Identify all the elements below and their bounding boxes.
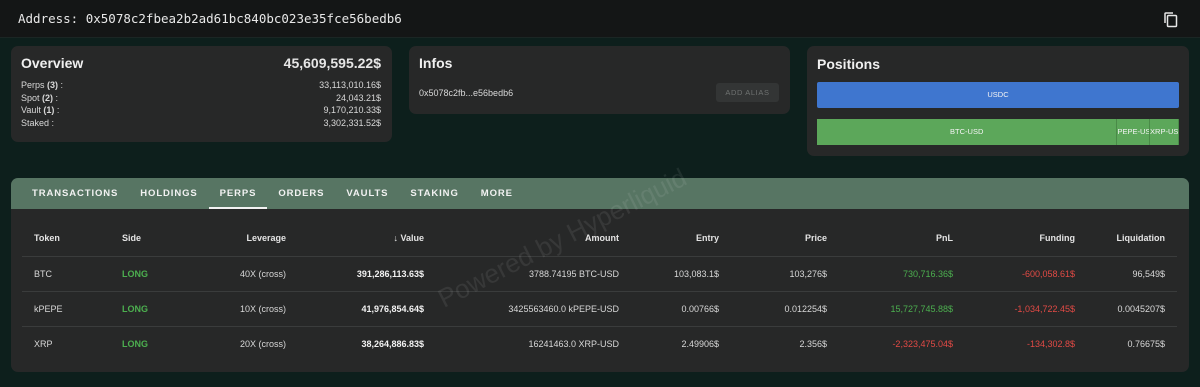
cell-side: LONG	[110, 255, 202, 291]
overview-colon: :	[60, 80, 64, 90]
table-row[interactable]: XRP LONG 20X (cross) 38,264,886.83$ 16241463…	[22, 325, 1177, 361]
tab-vaults[interactable]: VAULTS	[335, 178, 399, 209]
add-alias-button[interactable]: ADD ALIAS	[716, 83, 779, 102]
overview-title: Overview	[21, 55, 84, 71]
overview-row-value: 3,302,331.52$	[323, 117, 381, 128]
overview-label-text: Vault	[21, 105, 41, 115]
col-amount[interactable]: Amount	[436, 221, 631, 256]
overview-colon: :	[55, 92, 59, 103]
cell-leverage: 10X (cross)	[202, 290, 298, 326]
cell-value: 41,976,854.64$	[298, 290, 436, 326]
overview-row: Spot (2) : 24,043.21$	[21, 92, 381, 105]
position-bar-usdc[interactable]: USDC	[817, 82, 1179, 108]
tab-holdings[interactable]: HOLDINGS	[129, 178, 208, 209]
tabs-bar: TRANSACTIONS HOLDINGS PERPS ORDERS VAULTS STA…	[11, 178, 1189, 209]
cell-leverage: 40X (cross)	[202, 255, 298, 291]
tabs-panel: TRANSACTIONS HOLDINGS PERPS ORDERS VAULTS STA…	[11, 178, 1189, 372]
overview-label-text: Spot	[21, 92, 40, 103]
cell-pnl: 15,727,745.88$	[839, 290, 965, 326]
cell-side: LONG	[110, 325, 202, 361]
tab-perps[interactable]: PERPS	[208, 178, 268, 209]
infos-title: Infos	[419, 55, 453, 71]
col-value[interactable]: ↓ Value	[298, 221, 436, 256]
cell-funding: -1,034,722.45$	[965, 290, 1087, 326]
overview-count: (3)	[47, 80, 59, 90]
overview-card: Overview 45,609,595.22$ Perps (3) : 33,11…	[11, 46, 392, 142]
cell-token: kPEPE	[22, 290, 110, 326]
overview-count: (2)	[42, 92, 54, 103]
copy-icon[interactable]	[1164, 12, 1178, 28]
address-bar: Address: 0x5078c2fbea2b2ad61bc840bc023e3…	[0, 0, 1200, 38]
cell-leverage: 20X (cross)	[202, 325, 298, 361]
col-price[interactable]: Price	[731, 221, 839, 256]
overview-total: 45,609,595.22$	[283, 55, 381, 71]
overview-row-label: Perps (3) :	[21, 79, 63, 92]
tab-more[interactable]: MORE	[470, 178, 524, 209]
cell-liquidation: 0.76675$	[1087, 325, 1177, 361]
cell-entry: 2.49906$	[631, 325, 731, 361]
overview-rows: Perps (3) : 33,113,010.16$ Spot (2) : 24,04…	[21, 79, 381, 129]
overview-row-value: 33,113,010.16$	[319, 80, 381, 90]
overview-row: Vault (1) : 9,170,210.33$	[21, 104, 381, 117]
tab-staking[interactable]: STAKING	[399, 178, 469, 209]
overview-row-label: Spot (2) :	[21, 92, 58, 105]
col-entry[interactable]: Entry	[631, 221, 731, 256]
cell-value: 38,264,886.83$	[298, 325, 436, 361]
position-segment[interactable]: XRP-USD	[1150, 119, 1179, 145]
col-pnl[interactable]: PnL	[839, 221, 965, 256]
cell-pnl: 730,716.36$	[839, 255, 965, 291]
col-token[interactable]: Token	[22, 221, 110, 256]
overview-row: Perps (3) : 33,113,010.16$	[21, 79, 381, 92]
overview-label-text: Perps	[21, 80, 45, 90]
position-segment[interactable]: PEPE-USD	[1117, 119, 1151, 145]
cell-liquidation: 0.0045207$	[1087, 290, 1177, 326]
arrow-down-icon: ↓	[393, 233, 398, 244]
col-value-label: Value	[400, 233, 424, 244]
cell-value: 391,286,113.63$	[298, 255, 436, 291]
position-segment[interactable]: BTC-USD	[817, 119, 1118, 145]
perps-table: Token Side Leverage ↓ Value Amount Entry…	[22, 221, 1177, 361]
overview-label-text: Staked	[21, 117, 50, 128]
positions-card: Positions USDC BTC-USDPEPE-USDXRP-USD	[807, 46, 1189, 156]
table-row[interactable]: kPEPE LONG 10X (cross) 41,976,854.64$ 342556…	[22, 290, 1177, 326]
address-text: Address: 0x5078c2fbea2b2ad61bc840bc023e3…	[18, 11, 402, 26]
col-liquidation[interactable]: Liquidation	[1087, 221, 1177, 256]
cell-token: XRP	[22, 325, 110, 361]
cell-funding: -134,302.8$	[965, 325, 1087, 361]
cell-liquidation: 96,549$	[1087, 255, 1177, 291]
cell-price: 103,276$	[731, 255, 839, 291]
positions-title: Positions	[817, 56, 881, 72]
overview-row-value: 9,170,210.33$	[323, 105, 381, 115]
cell-amount: 16241463.0 XRP-USD	[436, 325, 631, 361]
col-funding[interactable]: Funding	[965, 221, 1087, 256]
table-row[interactable]: BTC LONG 40X (cross) 391,286,113.63$ 3788.74…	[22, 255, 1177, 291]
cell-amount: 3425563460.0 kPEPE-USD	[436, 290, 631, 326]
col-side[interactable]: Side	[110, 221, 202, 256]
tab-orders[interactable]: ORDERS	[267, 178, 335, 209]
position-bar-perps: BTC-USDPEPE-USDXRP-USD	[817, 119, 1179, 145]
infos-card: Infos 0x5078c2fb...e56bedb6 ADD ALIAS	[409, 46, 790, 114]
cell-entry: 0.00766$	[631, 290, 731, 326]
overview-row: Staked : 3,302,331.52$	[21, 117, 381, 130]
cell-price: 2.356$	[731, 325, 839, 361]
overview-colon: :	[56, 105, 60, 115]
cell-funding: -600,058.61$	[965, 255, 1087, 291]
tab-transactions[interactable]: TRANSACTIONS	[21, 178, 129, 209]
overview-row-value: 24,043.21$	[335, 92, 381, 103]
cell-pnl: -2,323,475.04$	[839, 325, 965, 361]
col-leverage[interactable]: Leverage	[202, 221, 298, 256]
overview-count: (1)	[43, 105, 55, 115]
infos-address: 0x5078c2fb...e56bedb6	[419, 88, 514, 98]
table-header-row: Token Side Leverage ↓ Value Amount Entry…	[22, 221, 1177, 256]
overview-row-label: Staked :	[21, 117, 54, 130]
cell-token: BTC	[22, 255, 110, 291]
cell-amount: 3788.74195 BTC-USD	[436, 255, 631, 291]
cell-side: LONG	[110, 290, 202, 326]
overview-row-label: Vault (1) :	[21, 104, 59, 117]
cell-entry: 103,083.1$	[631, 255, 731, 291]
overview-colon: :	[51, 117, 55, 128]
cell-price: 0.012254$	[731, 290, 839, 326]
